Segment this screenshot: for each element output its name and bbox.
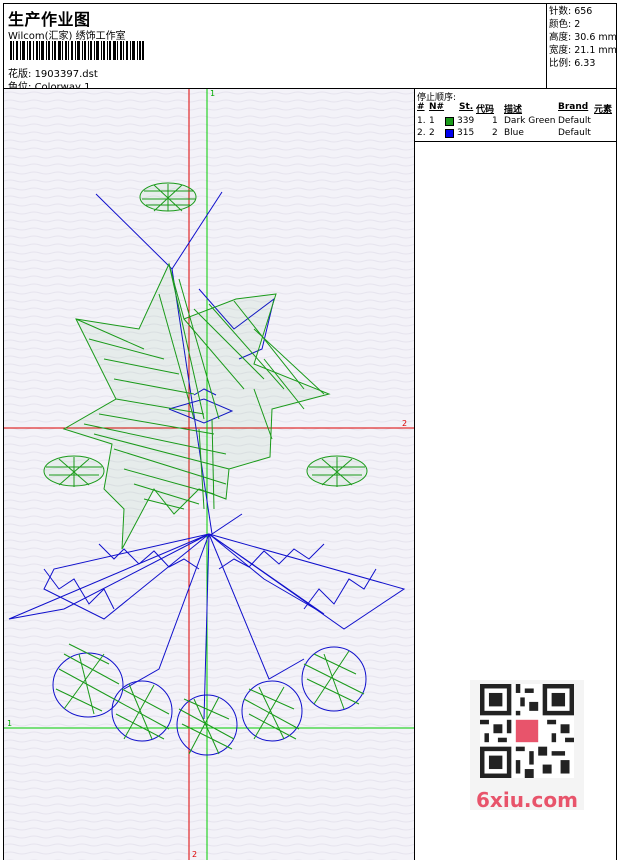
row-num: 2. — [417, 128, 426, 138]
row-brand: Default — [558, 128, 591, 138]
row-n: 2 — [429, 128, 435, 138]
divider — [546, 4, 547, 88]
stop-sequence-panel: 停止顺序: # N# St. 代码 描述 Brand 元素 1. 1 339 1… — [415, 89, 616, 141]
stat-width: 宽度: 21.1 mm — [549, 45, 617, 56]
col-header-element: 元素 — [594, 105, 613, 115]
company-name: Wilcom(汇家) 绣饰工作室 — [8, 31, 126, 42]
axis-label-green-left: 1 — [7, 719, 12, 728]
color-swatch-dark-green — [445, 117, 454, 126]
col-header-desc: 描述 — [504, 105, 523, 115]
row-code: 1 — [492, 116, 498, 126]
row-code: 2 — [492, 128, 498, 138]
col-header-st: St. — [459, 102, 474, 112]
header: 生产作业图 Wilcom(汇家) 绣饰工作室 花版: 1903397.dst — [4, 4, 547, 93]
row-brand: Default — [558, 116, 591, 126]
row-desc: Blue — [504, 128, 524, 138]
row-desc: Dark Green — [504, 116, 556, 126]
row-num: 1. — [417, 116, 426, 126]
stat-colors: 颜色: 2 — [549, 19, 581, 30]
color-swatch-blue — [445, 129, 454, 138]
row-n: 1 — [429, 116, 435, 126]
design-stats: 针数: 656 颜色: 2 高度: 30.6 mm 宽度: 21.1 mm 比例… — [549, 5, 617, 70]
axis-label-red-right: 2 — [402, 419, 407, 428]
axis-label-green-top: 1 — [210, 89, 215, 98]
col-header-code: 代码 — [476, 105, 495, 115]
row-st: 315 — [457, 128, 475, 138]
qr-code-icon — [480, 684, 574, 778]
watermark-text: 6xiu.com — [476, 788, 578, 812]
barcode — [10, 41, 144, 60]
axis-label-red-bottom: 2 — [192, 850, 197, 859]
stat-scale: 比例: 6.33 — [549, 58, 596, 69]
watermark: 6xiu.com — [470, 680, 584, 812]
row-st: 339 — [457, 116, 475, 126]
col-header-n: N# — [429, 102, 445, 112]
col-header-brand: Brand — [558, 102, 589, 112]
embroidery-canvas[interactable]: 1 1 2 2 — [4, 89, 414, 860]
col-header-num: # — [417, 102, 425, 112]
stat-height: 高度: 30.6 mm — [549, 32, 617, 43]
stat-stitches: 针数: 656 — [549, 6, 593, 17]
